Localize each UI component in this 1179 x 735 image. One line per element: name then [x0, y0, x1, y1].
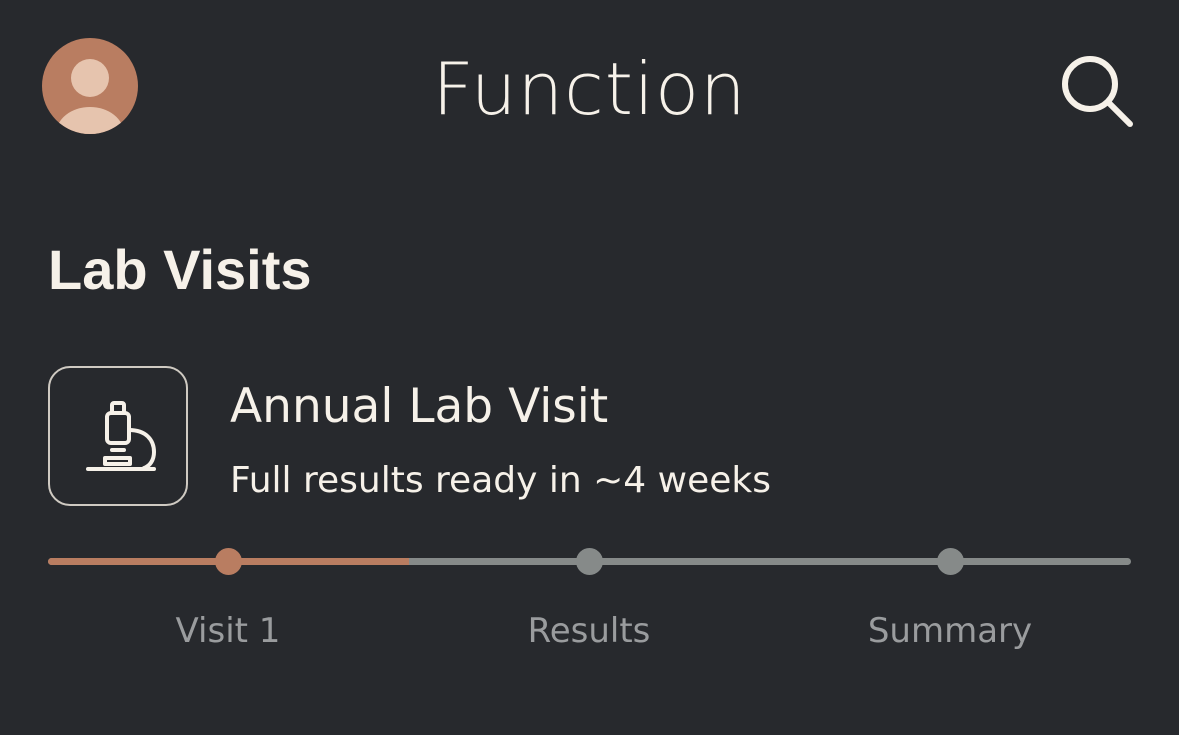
step-dot-results	[576, 548, 603, 575]
step-label-summary: Summary	[867, 611, 1033, 651]
annual-lab-visit-card[interactable]: Annual Lab Visit Full results ready in ~…	[48, 366, 1138, 526]
step-label-results: Results	[527, 611, 651, 651]
step-dot-summary	[937, 548, 964, 575]
visit-title: Annual Lab Visit	[230, 379, 609, 434]
microscope-icon	[86, 401, 156, 471]
top-bar: Function	[0, 0, 1179, 180]
step-dot-visit-1	[215, 548, 242, 575]
search-button[interactable]	[1056, 50, 1136, 130]
visit-icon-tile	[48, 366, 188, 506]
visit-progress-tracker	[48, 540, 1131, 584]
visit-subtitle: Full results ready in ~4 weeks	[230, 460, 771, 501]
section-title: Lab Visits	[48, 238, 312, 301]
step-label-visit-1: Visit 1	[175, 611, 281, 651]
search-icon	[1062, 56, 1133, 127]
app-title: Function	[432, 47, 747, 131]
